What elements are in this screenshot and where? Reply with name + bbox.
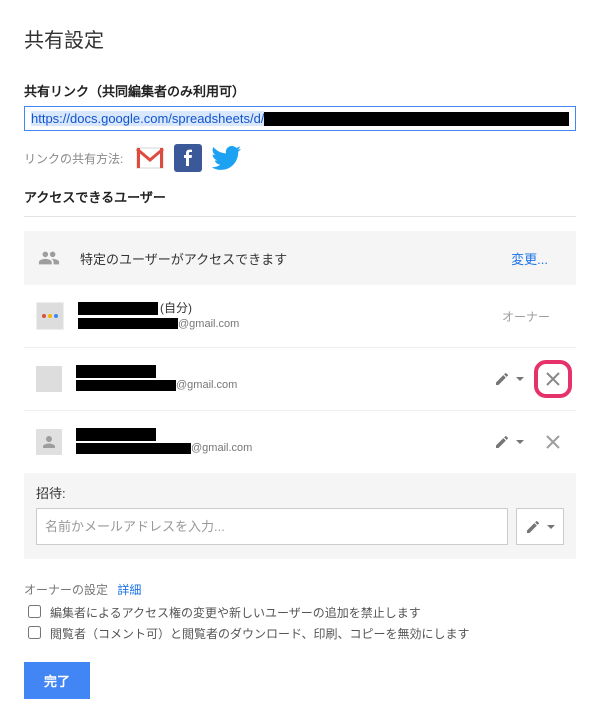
share-via-row: リンクの共有方法:: [24, 143, 576, 173]
pencil-icon: [494, 434, 510, 450]
owner-settings: オーナーの設定 詳細 編集者によるアクセス権の変更や新しいユーザーの追加を禁止し…: [24, 581, 576, 642]
user-row: @gmail.com: [24, 411, 576, 473]
invite-block: 招待:: [24, 473, 576, 559]
remove-user-button[interactable]: [542, 431, 564, 453]
done-button[interactable]: 完了: [24, 662, 90, 699]
user-info: @gmail.com: [76, 428, 494, 455]
people-icon: [36, 245, 62, 271]
share-link-redacted-part: [264, 112, 569, 126]
user-email-redacted: [76, 443, 191, 454]
remove-user-button[interactable]: [534, 360, 572, 398]
person-icon: [40, 433, 58, 451]
pencil-icon: [525, 519, 541, 535]
owner-option2-label: 閲覧者（コメント可）と閲覧者のダウンロード、印刷、コピーを無効にします: [50, 625, 470, 642]
user-email-redacted: [78, 318, 178, 329]
close-icon: [546, 435, 560, 449]
user-info: @gmail.com: [76, 365, 494, 392]
user-name-redacted: [76, 365, 156, 378]
access-list: 特定のユーザーがアクセスできます 変更... (自分) @gmail.com オ…: [24, 231, 576, 559]
self-suffix: (自分): [160, 301, 192, 317]
access-heading: アクセスできるユーザー: [24, 187, 576, 206]
avatar: [36, 429, 62, 455]
user-name-redacted: [78, 302, 158, 315]
change-access-link[interactable]: 変更...: [511, 249, 548, 268]
invite-input[interactable]: [36, 508, 508, 545]
owner-option-row[interactable]: 閲覧者（コメント可）と閲覧者のダウンロード、印刷、コピーを無効にします: [24, 625, 576, 642]
facebook-icon[interactable]: [173, 143, 203, 173]
chevron-down-icon: [516, 440, 524, 444]
owner-option-row[interactable]: 編集者によるアクセス権の変更や新しいユーザーの追加を禁止します: [24, 604, 576, 621]
share-via-label: リンクの共有方法:: [24, 150, 123, 167]
avatar: [36, 302, 64, 330]
close-icon: [546, 372, 560, 386]
share-link-prefix: https://docs.google.com/spreadsheets/d/: [31, 111, 264, 126]
user-email-redacted: [76, 380, 176, 391]
owner-settings-heading: オーナーの設定: [24, 583, 108, 597]
chevron-down-icon: [547, 525, 555, 529]
twitter-icon[interactable]: [211, 143, 241, 173]
role-dropdown[interactable]: [494, 434, 524, 450]
access-summary-row: 特定のユーザーがアクセスできます 変更...: [24, 231, 576, 285]
user-email-domain: @gmail.com: [178, 317, 239, 331]
gmail-icon[interactable]: [135, 143, 165, 173]
avatar: [36, 366, 62, 392]
user-row: (自分) @gmail.com オーナー: [24, 285, 576, 348]
access-summary-text: 特定のユーザーがアクセスできます: [74, 249, 511, 268]
user-info: (自分) @gmail.com: [78, 301, 502, 331]
modal-title: 共有設定: [24, 24, 576, 53]
share-settings-modal: 共有設定 共有リンク（共同編集者のみ利用可） https://docs.goog…: [0, 0, 600, 720]
divider: [24, 216, 576, 217]
user-row: @gmail.com: [24, 348, 576, 411]
share-link-label: 共有リンク（共同編集者のみ利用可）: [24, 81, 576, 100]
user-name-redacted: [76, 428, 156, 441]
prevent-editors-checkbox[interactable]: [28, 605, 41, 618]
role-owner-label: オーナー: [502, 308, 550, 325]
invite-role-dropdown[interactable]: [516, 508, 564, 545]
user-email-domain: @gmail.com: [176, 378, 237, 392]
user-email-domain: @gmail.com: [191, 441, 252, 455]
share-link-input[interactable]: https://docs.google.com/spreadsheets/d/: [24, 106, 576, 131]
owner-option1-label: 編集者によるアクセス権の変更や新しいユーザーの追加を禁止します: [50, 604, 421, 621]
disable-download-checkbox[interactable]: [28, 626, 41, 639]
owner-settings-details-link[interactable]: 詳細: [117, 583, 141, 597]
chevron-down-icon: [516, 377, 524, 381]
role-dropdown[interactable]: [494, 371, 524, 387]
invite-label: 招待:: [36, 483, 564, 502]
pencil-icon: [494, 371, 510, 387]
